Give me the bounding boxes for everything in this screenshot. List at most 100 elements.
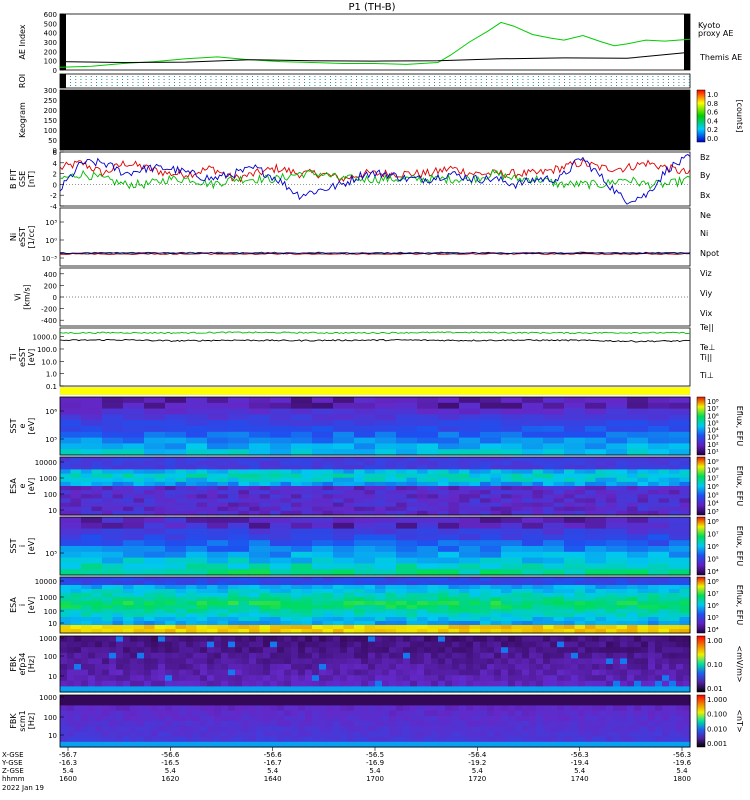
fbk_b-cell: [382, 695, 390, 701]
sst_e-cell: [585, 402, 607, 410]
sst_i-cell: [585, 534, 607, 541]
esa_e-cell: [333, 469, 345, 475]
fbk_b-cell: [151, 700, 159, 706]
fbk_e-cell: [431, 669, 439, 676]
sst_e-cell: [501, 437, 523, 444]
roi-dot: [252, 85, 253, 86]
esa_i-cell: [417, 625, 429, 630]
esa_e-cell: [144, 502, 156, 508]
fbk_b-cell: [270, 736, 278, 743]
esa_i-cell: [469, 597, 481, 602]
sst_i-cell: [207, 551, 229, 559]
sst_e-cell: [312, 414, 334, 421]
roi-dot: [564, 79, 565, 80]
esa_e-cell: [522, 477, 534, 483]
roi-dot: [584, 79, 586, 80]
sst_i-cell: [81, 551, 103, 559]
esa_i-cell: [595, 597, 607, 602]
fbk_e-cell: [676, 669, 684, 676]
fbk_b-cell: [578, 695, 586, 701]
esa_i-cell: [322, 589, 334, 594]
fbk_e-cell: [144, 680, 152, 687]
fbk_e-cell: [249, 680, 257, 687]
fbk_e-cell: [389, 647, 397, 654]
fbk_b-cell: [396, 726, 404, 732]
temperature-ylabel-line: [eV]: [27, 349, 36, 366]
roi-dot: [75, 76, 77, 77]
sst_e-cell: [543, 420, 565, 427]
fbk_e-cell: [599, 647, 607, 654]
sst_i-cell: [438, 557, 460, 564]
fbk_e-cell: [130, 641, 138, 648]
fbk_b-cell: [67, 705, 75, 712]
fbk_e-cell: [151, 669, 159, 676]
sst_e-ylabel-line: e: [18, 423, 27, 428]
esa_i-cell: [375, 621, 387, 626]
fbk_b-cell: [592, 700, 600, 706]
fbk_e-cell: [284, 675, 292, 682]
fbk_e-cell: [277, 680, 285, 687]
fbk_e-cell: [557, 652, 565, 659]
sst_e-cell: [144, 408, 166, 415]
roi-dot: [345, 82, 347, 83]
fbk_b-cell: [270, 715, 278, 722]
sst_i-cell: [102, 522, 124, 530]
roi-dot: [75, 79, 77, 80]
esa_i-cell: [133, 609, 145, 614]
sst_e-cell: [102, 431, 124, 439]
fbk_b-cell: [522, 726, 530, 732]
sst_i-cell: [585, 551, 607, 559]
roi-dot: [184, 76, 186, 77]
esa_e-cell: [301, 490, 313, 495]
fbk_e-cell: [172, 675, 180, 682]
fbk_e-cell: [452, 636, 460, 643]
fbk_e-cell: [340, 664, 348, 671]
fbk_b-cell: [480, 710, 488, 717]
keogram-colorbar: [696, 89, 706, 143]
sst_e-cell: [480, 420, 502, 427]
esa_e-cell: [217, 481, 229, 487]
fbk_e-cell: [151, 658, 159, 665]
esa_i-cell: [448, 577, 460, 582]
esa_e-cell: [385, 481, 397, 487]
sst_i-cell: [165, 517, 187, 524]
fbk_b-cell: [438, 705, 446, 712]
esa_i-cell: [438, 625, 450, 630]
fbk_b-cell: [410, 726, 418, 732]
fbk_e-cell: [571, 675, 579, 682]
fbk_b-cell: [340, 715, 348, 722]
esa_e-cell: [343, 502, 355, 508]
fbk_e-cell: [242, 652, 250, 659]
esa_e-cell: [91, 486, 103, 491]
fbk_b-cell: [158, 736, 166, 743]
roi-dot: [210, 85, 212, 86]
sst_i-cell: [312, 517, 334, 524]
esa_i-cell: [385, 597, 397, 602]
fbk_b-cell: [410, 700, 418, 706]
fbk_e-cell: [466, 647, 474, 654]
roi-dot: [272, 76, 274, 77]
fbk_b-cell: [620, 721, 628, 727]
esa_i-cell: [322, 585, 334, 590]
esa_e-cell: [490, 502, 502, 508]
esa_i-cell: [81, 605, 93, 610]
roi-dot: [283, 82, 285, 83]
fbk_e-cell: [179, 658, 187, 665]
esa_e-cell: [354, 486, 366, 491]
esa_i-cell: [480, 597, 492, 602]
esa_e-cell: [532, 461, 544, 466]
esa_e-cell: [480, 506, 492, 512]
fbk_e-cell: [641, 658, 649, 665]
fbk_e-cell: [123, 680, 131, 687]
esa_i-cell: [564, 597, 576, 602]
fbk_e-cell: [333, 675, 341, 682]
roi-dot: [90, 79, 92, 80]
fbk_e-cell: [242, 641, 250, 648]
esa_i-cell: [469, 625, 481, 630]
esa_i-cell: [364, 613, 376, 618]
fbk_e-cell: [109, 675, 117, 682]
fbk_e-cell: [382, 664, 390, 671]
fbk_e-cell: [536, 675, 544, 682]
roi-dot: [361, 79, 363, 80]
fbk_b-cell: [67, 710, 75, 717]
